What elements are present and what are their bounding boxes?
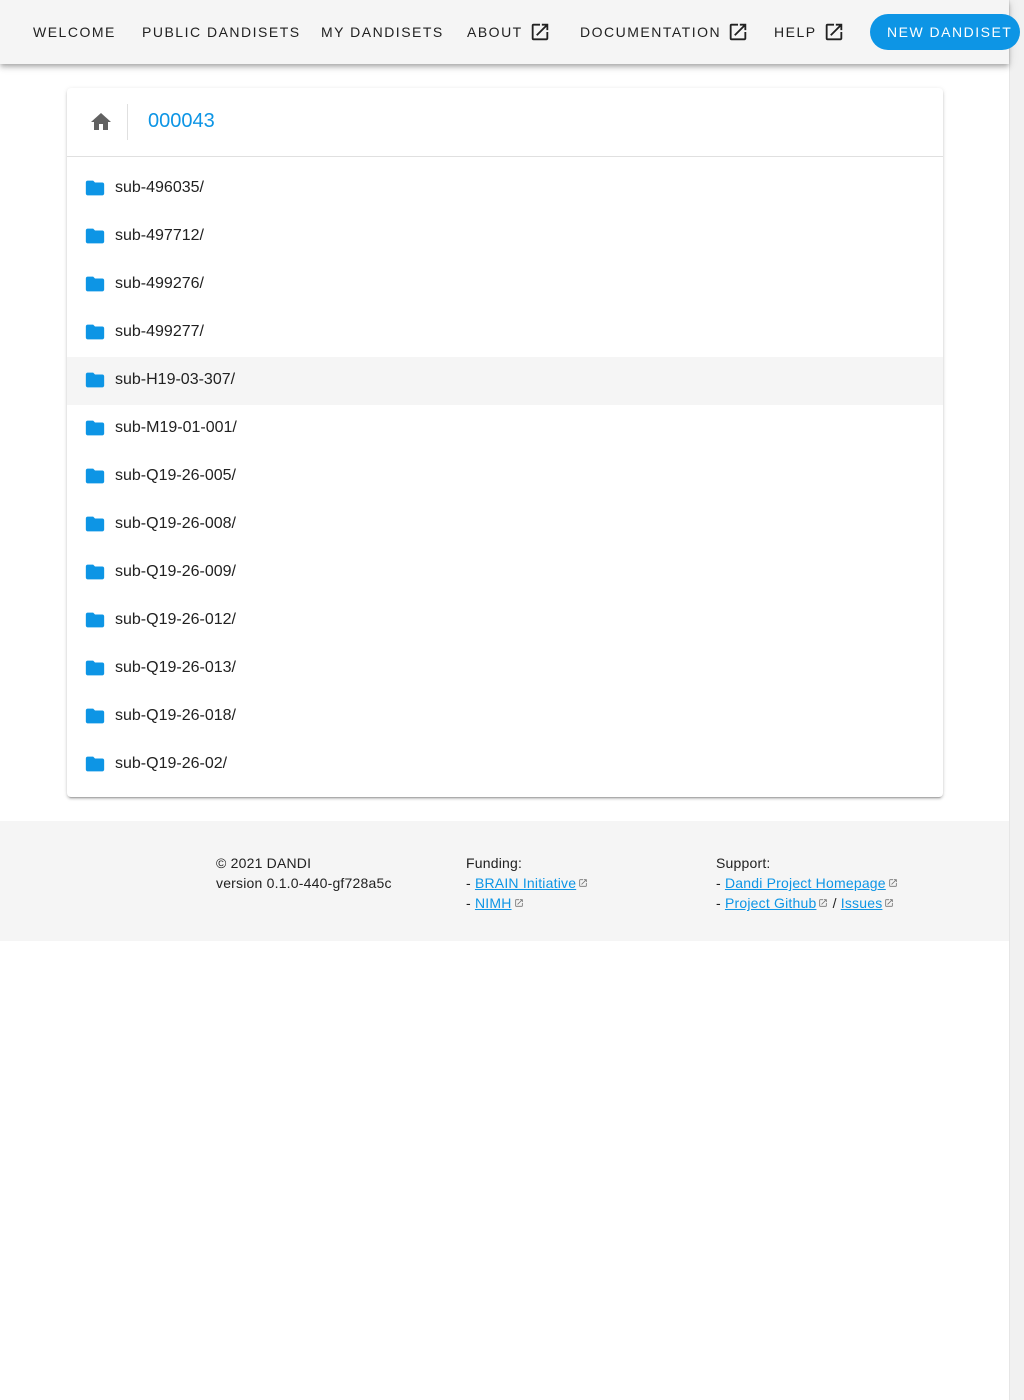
folder-icon [85, 564, 105, 580]
nav-help[interactable]: HELP [774, 14, 845, 50]
nav-my-dandisets-label: MY DANDISETS [321, 24, 444, 40]
support-title: Support: [716, 855, 771, 871]
folder-icon [85, 756, 105, 772]
folder-list: sub-496035/ sub-497712/ sub-499276/ sub-… [67, 165, 943, 789]
folder-row[interactable]: sub-Q19-26-005/ [67, 453, 943, 501]
new-dandiset-label: NEW DANDISET [887, 24, 1013, 40]
bullet: - [716, 895, 725, 911]
folder-name: sub-Q19-26-012/ [115, 611, 236, 628]
folder-row[interactable]: sub-497712/ [67, 213, 943, 261]
file-browser-header: 000043 [67, 88, 943, 157]
folder-icon [85, 324, 105, 340]
folder-row[interactable]: sub-499277/ [67, 309, 943, 357]
breadcrumb-divider [127, 104, 128, 140]
bullet: - [716, 875, 725, 891]
external-link-icon [514, 899, 523, 907]
footer-copyright: © 2021 DANDI [216, 855, 312, 871]
new-dandiset-button[interactable]: NEW DANDISET [870, 14, 1020, 50]
nav-help-label: HELP [774, 24, 817, 40]
nav-documentation-label: DOCUMENTATION [580, 24, 722, 40]
file-browser-card: 000043 sub-496035/ sub-497712/ sub-49927… [67, 88, 943, 797]
bullet: - [466, 875, 475, 891]
folder-icon [85, 372, 105, 388]
footer: © 2021 DANDI version 0.1.0-440-gf728a5c … [0, 821, 1009, 941]
folder-icon [85, 516, 105, 532]
folder-row[interactable]: sub-M19-01-001/ [67, 405, 943, 453]
nav-my-dandisets[interactable]: MY DANDISETS [321, 14, 444, 50]
folder-row[interactable]: sub-499276/ [67, 261, 943, 309]
folder-name: sub-Q19-26-018/ [115, 707, 236, 724]
nav-public-dandisets-label: PUBLIC DANDISETS [142, 24, 301, 40]
folder-icon [85, 468, 105, 484]
external-link-icon [889, 879, 897, 887]
folder-name: sub-496035/ [115, 179, 204, 196]
folder-name: sub-Q19-26-009/ [115, 563, 236, 580]
folder-row[interactable]: sub-496035/ [67, 165, 943, 213]
brain-initiative-link[interactable]: BRAIN Initiative [475, 875, 576, 891]
folder-icon [85, 276, 105, 292]
folder-name: sub-499276/ [115, 275, 204, 292]
folder-name: sub-H19-03-307/ [115, 371, 236, 388]
folder-icon [85, 228, 105, 244]
footer-funding: Funding: - BRAIN Initiative - NIMH [466, 853, 588, 913]
folder-icon [85, 612, 105, 628]
funding-title: Funding: [466, 855, 523, 871]
nimh-link[interactable]: NIMH [475, 895, 512, 911]
folder-name: sub-Q19-26-008/ [115, 515, 236, 532]
issues-link[interactable]: Issues [841, 895, 883, 911]
folder-row[interactable]: sub-Q19-26-012/ [67, 597, 943, 645]
external-link-icon [579, 879, 587, 887]
funding-line: - NIMH [466, 893, 588, 913]
footer-info: © 2021 DANDI version 0.1.0-440-gf728a5c [216, 853, 392, 893]
folder-icon [85, 180, 105, 196]
support-line: - Dandi Project Homepage [716, 873, 898, 893]
folder-name: sub-Q19-26-02/ [115, 755, 228, 772]
folder-row[interactable]: sub-Q19-26-008/ [67, 501, 943, 549]
folder-icon [85, 660, 105, 676]
folder-icon [85, 420, 105, 436]
folder-row[interactable]: sub-Q19-26-009/ [67, 549, 943, 597]
folder-name: sub-497712/ [115, 227, 204, 244]
page-scrollbar[interactable] [1009, 0, 1024, 1400]
nav-about[interactable]: ABOUT [467, 14, 551, 50]
folder-name: sub-M19-01-001/ [115, 419, 237, 436]
folder-row-hovered[interactable]: sub-H19-03-307/ [67, 357, 943, 405]
footer-version: version 0.1.0-440-gf728a5c [216, 875, 392, 891]
folder-row[interactable]: sub-Q19-26-02/ [67, 741, 943, 789]
folder-name: sub-499277/ [115, 323, 204, 340]
nav-about-label: ABOUT [467, 24, 523, 40]
folder-row[interactable]: sub-Q19-26-013/ [67, 645, 943, 693]
nav-public-dandisets[interactable]: PUBLIC DANDISETS [142, 14, 301, 50]
nav-welcome-label: WELCOME [33, 24, 116, 40]
project-github-link[interactable]: Project Github [725, 895, 817, 911]
app-bar: WELCOME PUBLIC DANDISETS MY DANDISETS AB… [0, 0, 1020, 64]
support-line: - Project Github / Issues [716, 893, 898, 913]
funding-line: - BRAIN Initiative [466, 873, 588, 893]
open-in-new-icon [729, 23, 747, 41]
nav-documentation[interactable]: DOCUMENTATION [580, 14, 749, 50]
folder-name: sub-Q19-26-005/ [115, 467, 236, 484]
dandi-homepage-link[interactable]: Dandi Project Homepage [725, 875, 886, 891]
footer-support: Support: - Dandi Project Homepage - Proj… [716, 853, 898, 913]
open-in-new-icon [531, 23, 548, 41]
external-link-icon [819, 899, 828, 907]
bullet: - [466, 895, 475, 911]
folder-row[interactable]: sub-Q19-26-018/ [67, 693, 943, 741]
folder-icon [85, 708, 105, 724]
folder-name: sub-Q19-26-013/ [115, 659, 236, 676]
home-icon[interactable] [89, 110, 113, 134]
link-separator: / [832, 895, 841, 911]
breadcrumb-dandiset-id[interactable]: 000043 [148, 110, 215, 133]
open-in-new-icon [825, 23, 842, 41]
nav-welcome[interactable]: WELCOME [33, 14, 116, 50]
external-link-icon [885, 899, 894, 907]
